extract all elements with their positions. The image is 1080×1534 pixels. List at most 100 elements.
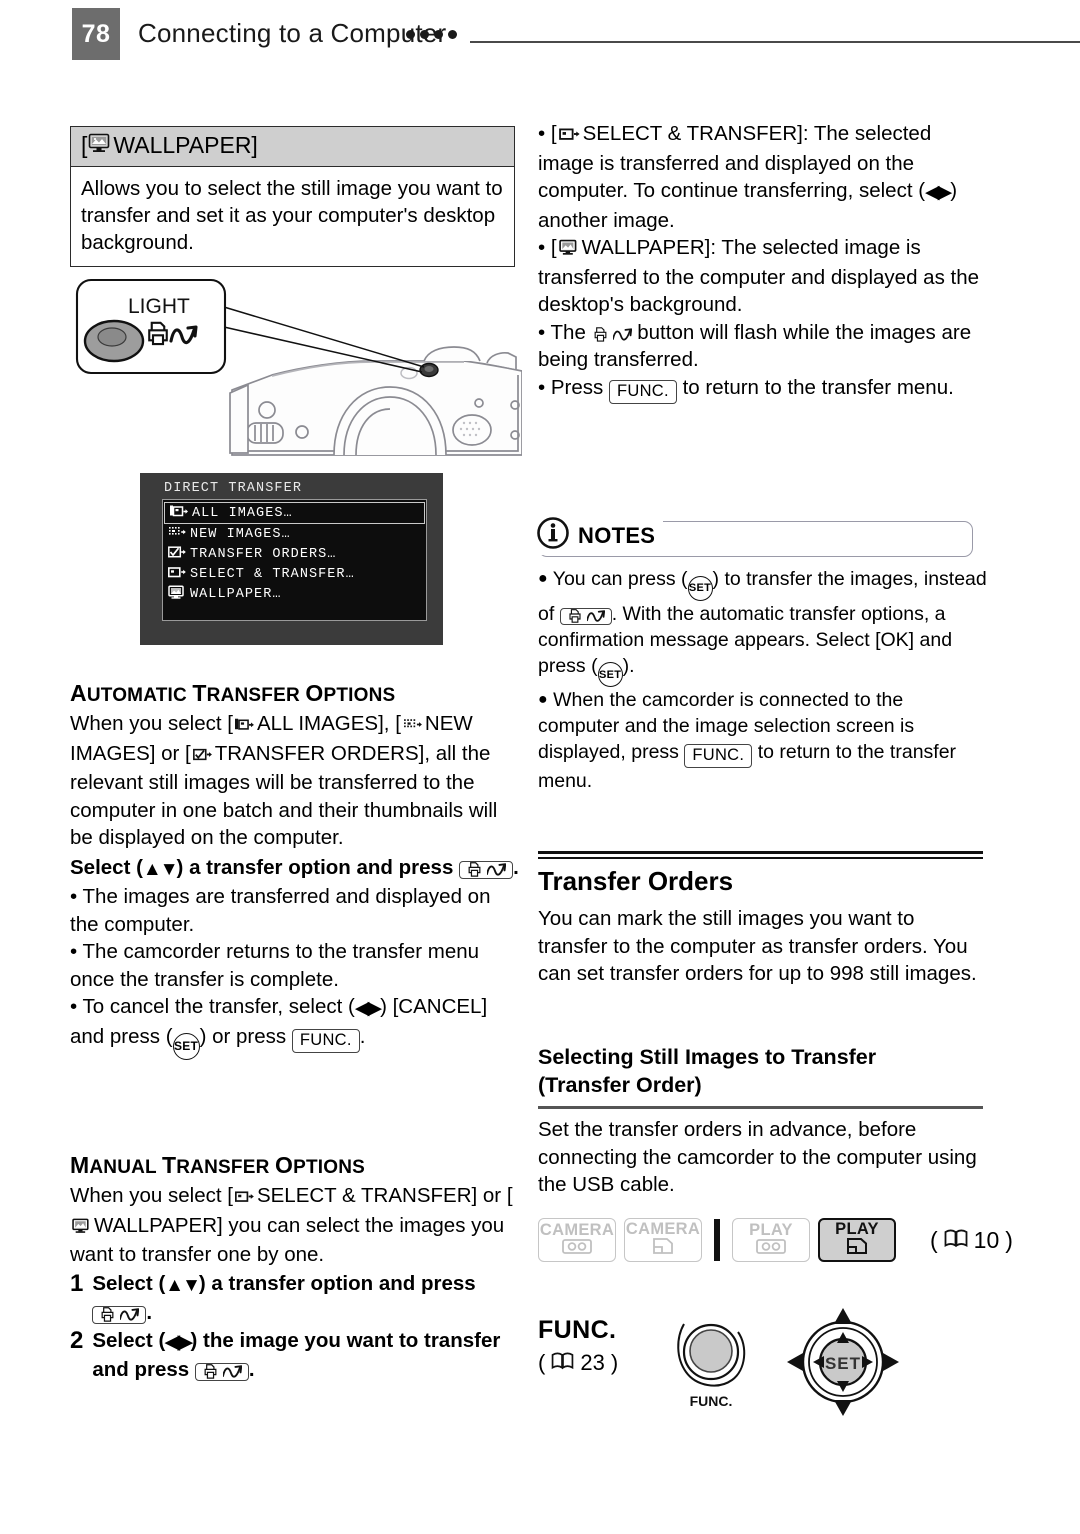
- rb4-a: Press: [550, 375, 604, 399]
- auto-step-a: Select (: [70, 855, 143, 879]
- manual-intro-c: WALLPAPER] you can select the images you…: [70, 1213, 505, 1267]
- tape-icon: [756, 1238, 786, 1259]
- automatic-transfer-options-heading: AUTOMATIC TRANSFER OPTIONS: [70, 680, 396, 706]
- monitor-picture-icon: [88, 132, 110, 159]
- wallpaper-inline-icon: [558, 236, 580, 264]
- rb2-a: [: [550, 236, 557, 259]
- updown-arrows-icon: ▲▼: [165, 1274, 201, 1296]
- set-button-icon[interactable]: SET: [687, 575, 713, 601]
- note1-d: ).: [622, 654, 635, 677]
- all-images-inline-icon: [234, 712, 255, 740]
- rb2-b: WALLPAPER]: The selected image is transf…: [538, 236, 980, 316]
- mode-page-reference: ( 10): [930, 1226, 1013, 1254]
- func-page-reference: ( 23): [538, 1350, 619, 1375]
- header-rule: [470, 41, 1080, 43]
- info-circle-icon: [536, 516, 570, 555]
- osd-menu-item-label: WALLPAPER…: [190, 586, 282, 602]
- transfer-orders-body: You can mark the still images you want t…: [538, 907, 977, 985]
- manual-step-2-number: 2: [70, 1326, 84, 1354]
- updown-arrows-icon: ▲▼: [142, 858, 179, 880]
- osd-title: DIRECT TRANSFER: [164, 481, 303, 496]
- auto-opt1: ALL IMAGES],: [256, 712, 390, 735]
- select-transfer-inline-icon: [558, 122, 581, 150]
- leftright-arrows-icon: ◀▶: [165, 1331, 192, 1353]
- direct-transfer-button-chip[interactable]: [194, 1363, 249, 1381]
- wallpaper-box-body: Allows you to select the still image you…: [81, 177, 503, 254]
- func-button-chip[interactable]: FUNC.: [291, 1028, 360, 1053]
- card-icon: [847, 1238, 867, 1259]
- new-images-icon: [168, 525, 190, 544]
- note-bullet-icon: ●: [538, 570, 548, 587]
- direct-transfer-button-chip[interactable]: [459, 860, 514, 879]
- right-bullet-1: • [ SELECT & TRANSFER]: The selected ima…: [538, 122, 958, 232]
- subtitle-rule: [538, 1106, 983, 1109]
- chapter-title: Connecting to a Computer: [138, 18, 447, 48]
- right-bullets-section: • [ SELECT & TRANSFER]: The selected ima…: [538, 120, 990, 404]
- camera-illustration: LIGHT: [72, 275, 523, 465]
- osd-menu-item-label: TRANSFER ORDERS…: [190, 546, 337, 562]
- wallpaper-bracket-open: [: [81, 132, 88, 158]
- manual-intro-b: SELECT & TRANSFER] or [: [256, 1184, 513, 1207]
- func-dial-illustration: FUNC.: [666, 1310, 766, 1420]
- direct-transfer-osd-screen: DIRECT TRANSFER ALL IMAGES… NEW IMAGES… …: [140, 473, 443, 645]
- manual-step-1-b: ) a transfer option and press: [198, 1271, 476, 1295]
- transfer-orders-rule-top2: [538, 857, 983, 859]
- notes-badge: NOTES: [536, 516, 664, 555]
- page-header: 78 Connecting to a Computer: [0, 0, 1080, 70]
- osd-menu-item-all-images[interactable]: ALL IMAGES…: [164, 502, 425, 524]
- auto-p2: [: [395, 712, 401, 735]
- cancel-a: To cancel the transfer, select (: [82, 995, 355, 1018]
- svg-text:FUNC.: FUNC.: [690, 1393, 733, 1409]
- wallpaper-icon: [168, 584, 190, 604]
- func-button-chip[interactable]: FUNC.: [608, 379, 677, 404]
- note-bullet-icon: ●: [538, 691, 548, 708]
- automatic-bullet-1-text: The images are transferred and displayed…: [70, 885, 491, 936]
- page-number-badge: 78: [72, 8, 120, 60]
- manual-intro-a: When you select [: [70, 1184, 233, 1207]
- osd-menu-item-label: SELECT & TRANSFER…: [190, 566, 355, 582]
- right-bullet-4: • Press FUNC. to return to the transfer …: [538, 374, 990, 404]
- selecting-still-images-subtitle: Selecting Still Images to Transfer (Tran…: [538, 1043, 988, 1099]
- wallpaper-definition-box: [ WALLPAPER] Allows you to select the st…: [70, 126, 515, 267]
- manual-step-1: 1 Select (▲▼) a transfer option and pres…: [70, 1270, 522, 1327]
- manual-transfer-options-heading: MANUAL TRANSFER OPTIONS: [70, 1152, 366, 1178]
- osd-menu-item-wallpaper[interactable]: WALLPAPER…: [163, 584, 426, 604]
- tape-icon: [562, 1238, 592, 1259]
- svg-text:SET: SET: [825, 1354, 861, 1373]
- subtitle-line-2: (Transfer Order): [538, 1073, 702, 1097]
- manual-step-1-text: Select (▲▼) a transfer option and press …: [92, 1270, 522, 1327]
- func-button-chip[interactable]: FUNC.: [684, 744, 753, 768]
- osd-menu-item-label: NEW IMAGES…: [190, 526, 291, 542]
- manual-step-1-a: Select (: [92, 1271, 166, 1295]
- osd-menu-item-transfer-orders[interactable]: TRANSFER ORDERS…: [163, 544, 426, 564]
- mode-page-number: 10: [973, 1226, 1000, 1253]
- mode-label: PLAY: [749, 1220, 793, 1239]
- osd-menu-item-select-transfer[interactable]: SELECT & TRANSFER…: [163, 564, 426, 584]
- rb4-b: to return to the transfer menu.: [682, 375, 954, 399]
- osd-menu-item-new-images[interactable]: NEW IMAGES…: [163, 524, 426, 544]
- all-images-icon: [170, 504, 192, 523]
- wallpaper-inline-icon: [72, 1214, 92, 1242]
- book-icon: [944, 1227, 968, 1254]
- direct-transfer-button-chip[interactable]: [92, 1306, 147, 1324]
- set-button-icon[interactable]: SET: [597, 662, 623, 687]
- manual-transfer-options-section: MANUAL TRANSFER OPTIONS When you select …: [70, 1152, 522, 1384]
- cancel-c: ) or press: [199, 1024, 287, 1048]
- manual-step-2: 2 Select (◀▶) the image you want to tran…: [70, 1327, 522, 1384]
- automatic-bullet-cancel: • To cancel the transfer, select (◀▶) [C…: [70, 993, 522, 1060]
- note-item-1: ● You can press (SET) to transfer the im…: [538, 566, 988, 687]
- auto-p1: When you select [: [70, 712, 233, 735]
- direct-transfer-button-chip[interactable]: [559, 607, 612, 625]
- leftright-arrows-icon: ◀▶: [925, 182, 952, 203]
- select-transfer-icon: [168, 565, 190, 584]
- wallpaper-box-title: WALLPAPER]: [113, 132, 258, 158]
- selecting-still-images-body: Set the transfer orders in advance, befo…: [538, 1118, 977, 1196]
- set-button-icon[interactable]: SET: [172, 1032, 200, 1060]
- rb1-b: SELECT & TRANSFER]: The selected image i…: [538, 122, 932, 202]
- cancel-d: .: [359, 1024, 366, 1048]
- rb3-a: The: [550, 320, 586, 344]
- func-page-number: 23: [580, 1350, 605, 1375]
- notes-body: ● You can press (SET) to transfer the im…: [538, 566, 988, 794]
- direct-transfer-print-icon: [148, 321, 168, 346]
- transfer-orders-icon: [168, 545, 190, 564]
